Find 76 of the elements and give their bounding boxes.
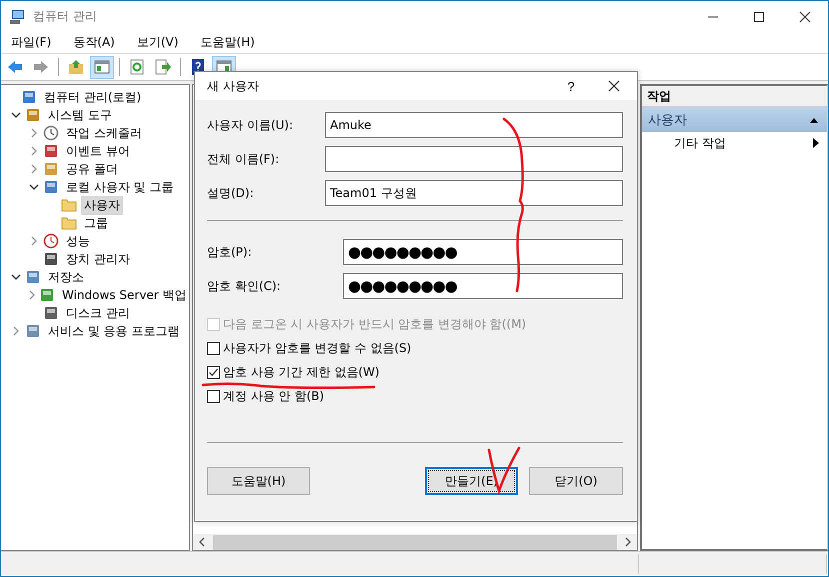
maximize-icon — [753, 10, 765, 22]
collapse-chevron-icon[interactable] — [11, 272, 21, 282]
gauge-icon — [43, 233, 59, 249]
close-icon — [799, 10, 811, 22]
tree-item[interactable]: 공유 폴더 — [63, 160, 121, 178]
tree-item[interactable]: 로컬 사용자 및 그룹 — [63, 178, 176, 196]
tree-item[interactable]: 시스템 도구 — [45, 106, 115, 124]
input-field[interactable] — [325, 146, 623, 172]
field-value: Amuke — [330, 118, 372, 132]
refresh-icon — [128, 58, 146, 76]
tree-item[interactable]: 성능 — [63, 232, 93, 250]
field-label: 설명(D): — [207, 184, 255, 202]
checkbox[interactable] — [207, 366, 220, 378]
expand-chevron-icon[interactable] — [27, 290, 37, 300]
password-field[interactable]: ●●●●●●●●● — [343, 273, 623, 299]
up-icon — [67, 58, 85, 76]
field-label: 전체 이름(F): — [207, 150, 280, 168]
field-label: 암호(P): — [207, 244, 253, 260]
folder-icon — [61, 215, 77, 231]
menu-item[interactable]: 동작(A) — [67, 34, 121, 51]
forward-icon — [32, 58, 50, 76]
window-title: 컴퓨터 관리 — [33, 8, 97, 25]
tree-pane-icon — [93, 58, 111, 76]
help-button[interactable]: ? — [551, 72, 591, 100]
masked-password: ●●●●●●●●● — [348, 277, 457, 295]
scroll-right-icon[interactable] — [623, 537, 633, 547]
tree-item[interactable]: 저장소 — [45, 268, 87, 286]
export-icon — [154, 58, 172, 76]
help-button[interactable]: 도움말(H) — [207, 467, 310, 495]
masked-password: ●●●●●●●●● — [348, 243, 457, 261]
tree-item[interactable]: 사용자 — [81, 196, 123, 214]
clock-icon — [43, 125, 59, 141]
actions-header: 작업 — [642, 86, 827, 107]
actions-section[interactable]: 사용자 — [642, 107, 827, 132]
collapse-chevron-icon[interactable] — [29, 182, 39, 192]
horizontal-scrollbar[interactable] — [193, 534, 637, 550]
expand-chevron-icon[interactable] — [29, 146, 39, 156]
folder-icon — [61, 197, 77, 213]
menu-item[interactable]: 보기(V) — [130, 34, 184, 51]
action-link[interactable]: 기타 작업 — [674, 134, 726, 152]
input-field[interactable]: Team01 구성원 — [325, 180, 623, 206]
tree-item[interactable]: 서비스 및 응용 프로그램 — [45, 322, 182, 340]
menu-item[interactable]: 도움말(H) — [194, 34, 261, 51]
tree-item[interactable]: 그룹 — [81, 214, 111, 232]
tree-item[interactable]: 작업 스케줄러 — [63, 124, 145, 142]
expand-chevron-icon[interactable] — [29, 128, 39, 138]
menu-item[interactable]: 파일(F) — [5, 34, 58, 51]
tree-item[interactable]: 장치 관리자 — [63, 250, 133, 268]
back-icon — [6, 58, 24, 76]
tree-item[interactable]: 이벤트 뷰어 — [63, 142, 133, 160]
checkbox[interactable] — [207, 390, 220, 402]
tree-item[interactable]: 컴퓨터 관리(로컬) — [41, 88, 144, 106]
checkbox-label: 사용자가 암호를 변경할 수 없음(S) — [223, 340, 412, 356]
dialog-title: 새 사용자 — [207, 78, 259, 94]
field-label: 암호 확인(C): — [207, 278, 282, 294]
section-title: 사용자 — [648, 112, 687, 128]
scroll-left-icon[interactable] — [197, 537, 207, 547]
tree-item[interactable]: Windows Server 백업 — [59, 286, 189, 304]
field-label: 사용자 이름(U): — [207, 116, 294, 134]
input-field[interactable]: Amuke — [325, 112, 623, 138]
tree-item[interactable]: 디스크 관리 — [63, 304, 133, 322]
checkbox-label: 다음 로그온 시 사용자가 반드시 암호를 변경해야 함((M) — [223, 316, 526, 332]
checkbox-label: 암호 사용 기간 제한 없음(W) — [223, 364, 380, 380]
close-button[interactable]: 닫기(O) — [529, 467, 623, 495]
password-field[interactable]: ●●●●●●●●● — [343, 239, 623, 265]
tree-pane-button[interactable] — [90, 56, 114, 78]
collapse-triangle-icon[interactable] — [809, 116, 819, 124]
expand-chevron-icon[interactable] — [29, 236, 39, 246]
expand-chevron-icon[interactable] — [11, 326, 21, 336]
close-icon — [608, 80, 620, 92]
expand-chevron-icon[interactable] — [29, 164, 39, 174]
submenu-arrow-icon — [813, 138, 819, 148]
checkbox-label: 계정 사용 안 함(B) — [223, 388, 324, 404]
collapse-chevron-icon[interactable] — [11, 110, 21, 120]
checkbox[interactable] — [207, 342, 220, 354]
field-value: Team01 구성원 — [330, 184, 417, 202]
